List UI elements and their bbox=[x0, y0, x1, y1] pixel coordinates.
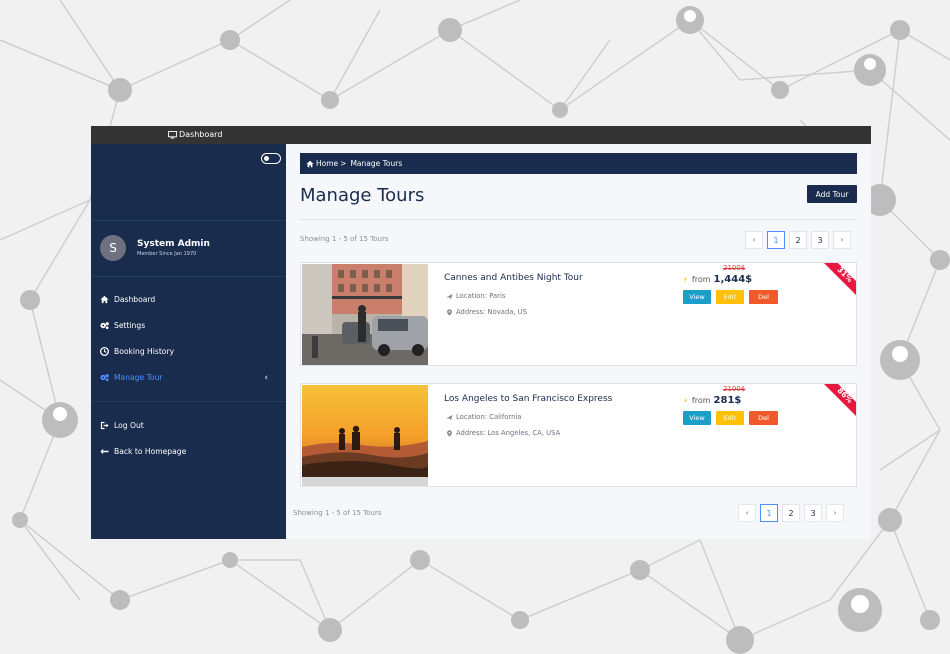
tour-image bbox=[302, 385, 428, 486]
plane-icon bbox=[446, 414, 453, 420]
tour-address-text: Address: Los Angeles, CA, USA bbox=[456, 429, 561, 437]
sidebar-divider bbox=[91, 220, 286, 221]
home-icon bbox=[100, 295, 109, 304]
prev-page-button[interactable]: ‹ bbox=[738, 504, 756, 522]
showing-count-top: Showing 1 - 5 of 15 Tours bbox=[300, 235, 389, 243]
price: ⚡ from 281$ bbox=[683, 395, 741, 406]
old-price: 2100$ bbox=[723, 264, 746, 272]
sidebar: S System Admin Member Since Jan 1970 Das… bbox=[91, 144, 286, 539]
tour-location-text: Location: Paris bbox=[456, 292, 506, 300]
map-pin-icon bbox=[447, 429, 452, 437]
breadcrumb: Home > Manage Tours bbox=[300, 153, 857, 174]
tour-location: Location: California bbox=[446, 413, 521, 421]
sidebar-toggle[interactable] bbox=[261, 153, 281, 164]
sidebar-divider bbox=[91, 276, 286, 277]
discount-ribbon: 31% bbox=[823, 263, 856, 296]
dashboard-link[interactable]: Dashboard bbox=[168, 130, 222, 139]
showing-count-bottom: Showing 1 - 5 of 15 Tours bbox=[293, 509, 382, 517]
page-button-2[interactable]: 2 bbox=[789, 231, 807, 249]
tour-name[interactable]: Los Angeles to San Francisco Express bbox=[444, 394, 612, 404]
logout-icon bbox=[100, 421, 109, 430]
avatar: S bbox=[100, 235, 126, 261]
plane-icon bbox=[446, 293, 453, 299]
price-value: 1,444$ bbox=[713, 274, 753, 285]
breadcrumb-current: Manage Tours bbox=[350, 159, 403, 168]
page-button-1[interactable]: 1 bbox=[760, 504, 778, 522]
prev-page-button[interactable]: ‹ bbox=[745, 231, 763, 249]
user-profile: S System Admin Member Since Jan 1970 bbox=[100, 235, 210, 261]
member-since: Member Since Jan 1970 bbox=[137, 251, 197, 257]
top-bar: Dashboard bbox=[91, 126, 871, 144]
breadcrumb-home[interactable]: Home bbox=[316, 159, 338, 168]
action-buttons: View Edit Del bbox=[683, 290, 778, 304]
add-tour-button[interactable]: Add Tour bbox=[807, 185, 857, 203]
price: ⚡ from 1,444$ bbox=[683, 274, 752, 285]
page-button-3[interactable]: 3 bbox=[811, 231, 829, 249]
pagination-bottom: ‹ 1 2 3 › bbox=[738, 504, 844, 522]
monitor-icon bbox=[168, 130, 177, 139]
sidebar-item-settings[interactable]: Settings bbox=[100, 321, 280, 330]
sidebar-item-booking-history[interactable]: Booking History bbox=[100, 347, 280, 356]
user-name: System Admin bbox=[137, 239, 210, 249]
from-label: from bbox=[691, 275, 711, 284]
sidebar-item-dashboard[interactable]: Dashboard bbox=[100, 295, 280, 304]
clock-icon bbox=[100, 347, 109, 356]
next-page-button[interactable]: › bbox=[826, 504, 844, 522]
page-button-3[interactable]: 3 bbox=[804, 504, 822, 522]
app-window: Dashboard S System Admin Member Since Ja… bbox=[91, 126, 871, 539]
edit-button[interactable]: Edit bbox=[716, 290, 744, 304]
arrow-left-icon bbox=[100, 448, 109, 455]
sidebar-item-label: Settings bbox=[114, 321, 146, 330]
sidebar-item-label: Booking History bbox=[114, 347, 175, 356]
page-button-2[interactable]: 2 bbox=[782, 504, 800, 522]
sidebar-item-label: Manage Tour bbox=[114, 373, 163, 382]
sidebar-item-label: Log Out bbox=[114, 421, 144, 430]
topbar-brand-label: Dashboard bbox=[179, 130, 223, 139]
tour-location: Location: Paris bbox=[446, 292, 505, 300]
tour-name[interactable]: Cannes and Antibes Night Tour bbox=[444, 273, 583, 283]
tour-card: Cannes and Antibes Night Tour Location: … bbox=[300, 262, 857, 366]
delete-button[interactable]: Del bbox=[749, 411, 778, 425]
bolt-icon: ⚡ bbox=[683, 397, 688, 405]
sidebar-item-log-out[interactable]: Log Out bbox=[100, 421, 280, 430]
breadcrumb-separator: > bbox=[340, 159, 347, 168]
gears-icon bbox=[100, 374, 109, 382]
main-content: Home > Manage Tours Manage Tours Add Tou… bbox=[286, 144, 871, 539]
action-buttons: View Edit Del bbox=[683, 411, 778, 425]
old-price: 2100$ bbox=[723, 385, 746, 393]
price-value: 281$ bbox=[713, 395, 742, 406]
map-pin-icon bbox=[447, 308, 452, 316]
sidebar-item-label: Dashboard bbox=[114, 295, 156, 304]
next-page-button[interactable]: › bbox=[833, 231, 851, 249]
page-button-1[interactable]: 1 bbox=[767, 231, 785, 249]
view-button[interactable]: View bbox=[683, 411, 711, 425]
chevron-left-icon[interactable]: ‹ bbox=[264, 373, 268, 383]
sidebar-item-label: Back to Homepage bbox=[114, 447, 187, 456]
tour-address: Address: Novada, US bbox=[446, 308, 527, 316]
discount-ribbon: 86% bbox=[823, 384, 856, 417]
delete-button[interactable]: Del bbox=[749, 290, 778, 304]
tour-location-text: Location: California bbox=[456, 413, 522, 421]
view-button[interactable]: View bbox=[683, 290, 711, 304]
from-label: from bbox=[691, 396, 711, 405]
title-divider bbox=[300, 219, 857, 220]
page-title: Manage Tours bbox=[300, 185, 425, 206]
tour-address: Address: Los Angeles, CA, USA bbox=[446, 429, 560, 437]
bolt-icon: ⚡ bbox=[683, 276, 688, 284]
home-icon bbox=[306, 160, 314, 167]
tour-card: Los Angeles to San Francisco Express Loc… bbox=[300, 383, 857, 487]
sidebar-item-back-to-homepage[interactable]: Back to Homepage bbox=[100, 447, 280, 456]
pagination-top: ‹ 1 2 3 › bbox=[745, 231, 851, 249]
gears-icon bbox=[100, 322, 109, 330]
tour-image bbox=[302, 264, 428, 365]
edit-button[interactable]: Edit bbox=[716, 411, 744, 425]
tour-address-text: Address: Novada, US bbox=[456, 308, 528, 316]
sidebar-item-manage-tour[interactable]: Manage Tour ‹ bbox=[100, 373, 280, 383]
sidebar-divider bbox=[91, 401, 286, 402]
